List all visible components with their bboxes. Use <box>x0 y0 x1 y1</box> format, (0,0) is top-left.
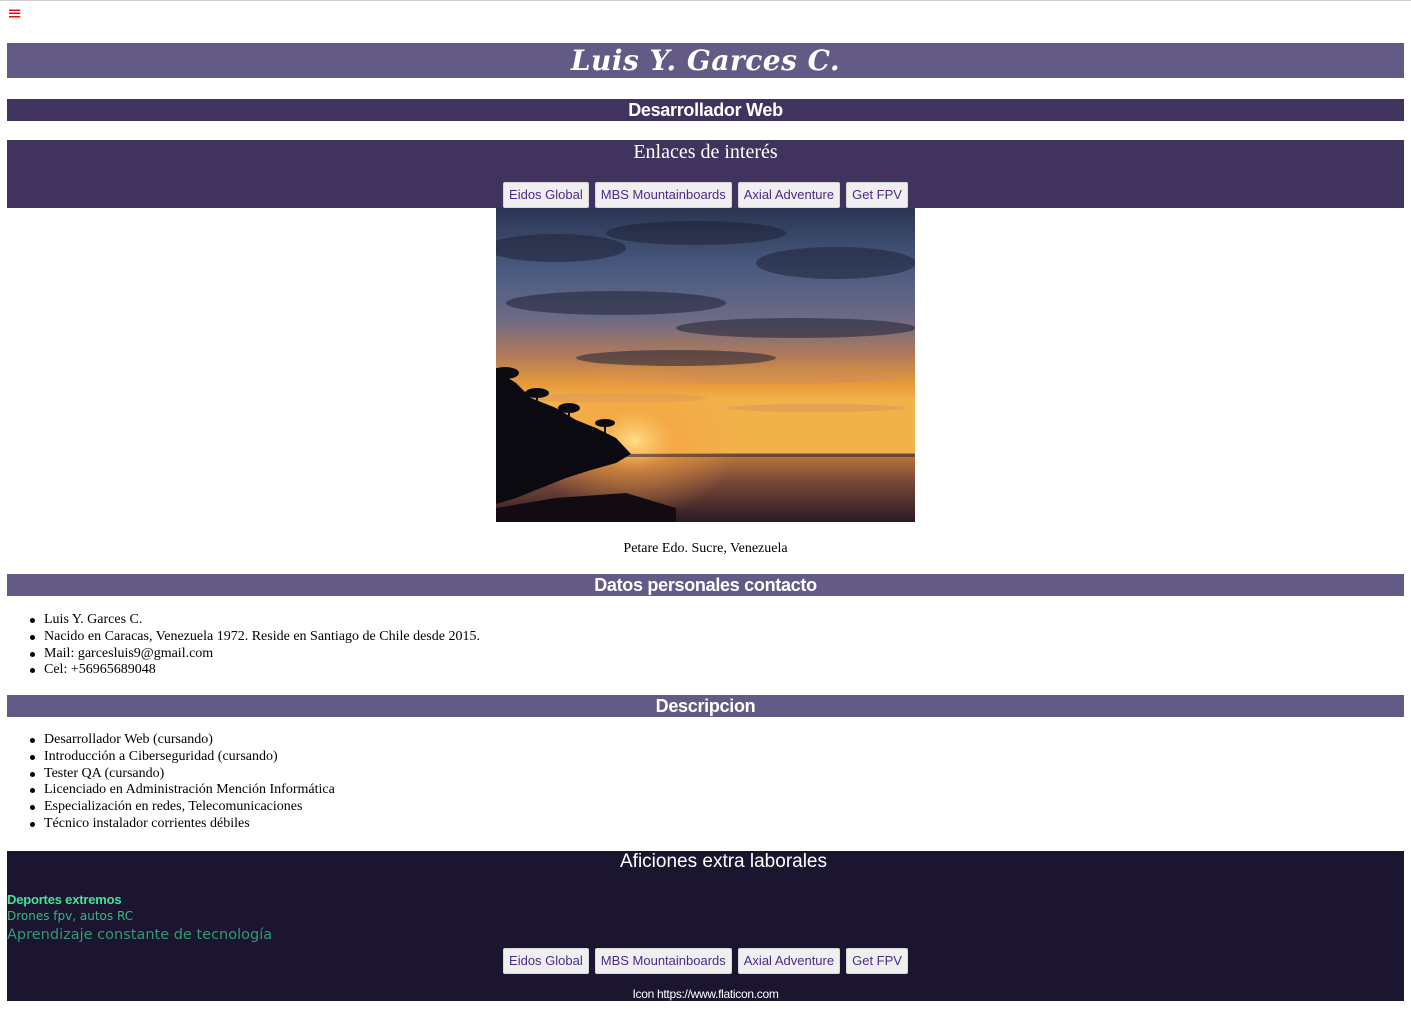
footer-links-row: Eidos Global MBS Mountainboards Axial Ad… <box>7 948 1404 974</box>
hamburger-menu-icon[interactable]: ≡ <box>7 5 22 23</box>
list-item: Técnico instalador corrientes débiles <box>30 816 335 833</box>
footer-link-mbs-mountainboards[interactable]: MBS Mountainboards <box>594 948 732 974</box>
descripcion-banner: Descripcion <box>7 695 1404 717</box>
list-item: Especialización en redes, Telecomunicaci… <box>30 799 335 816</box>
descripcion-list: Desarrollador Web (cursando) Introducció… <box>30 732 335 833</box>
icon-credit: Icon https://www.flaticon.com <box>632 987 779 1001</box>
footer: Aficiones extra laborales Deportes extre… <box>7 851 1404 1001</box>
photo-caption: Petare Edo. Sucre, Venezuela <box>623 541 788 556</box>
footer-link-axial-adventure[interactable]: Axial Adventure <box>737 948 841 974</box>
list-item: Mail: garcesluis9@gmail.com <box>30 646 480 663</box>
link-button-get-fpv[interactable]: Get FPV <box>846 182 908 208</box>
link-button-axial-adventure[interactable]: Axial Adventure <box>737 182 841 208</box>
datos-banner: Datos personales contacto <box>7 574 1404 596</box>
top-border <box>0 0 1411 1</box>
list-item: Cel: +56965689048 <box>30 662 480 679</box>
links-section: Enlaces de interés Eidos Global MBS Moun… <box>7 140 1404 208</box>
hobby-heading: Deportes extremos <box>7 892 122 907</box>
list-item: Introducción a Ciberseguridad (cursando) <box>30 749 335 766</box>
learning-text: Aprendizaje constante de tecnología <box>7 927 273 943</box>
list-item: Licenciado en Administración Mención Inf… <box>30 782 335 798</box>
links-title: Enlaces de interés <box>633 141 778 163</box>
links-button-row: Eidos Global MBS Mountainboards Axial Ad… <box>7 182 1404 208</box>
role-banner: Desarrollador Web <box>7 99 1404 121</box>
sunset-photo <box>496 208 915 522</box>
list-item: Tester QA (cursando) <box>30 766 335 783</box>
list-item: Nacido en Caracas, Venezuela 1972. Resid… <box>30 628 480 644</box>
link-button-mbs-mountainboards[interactable]: MBS Mountainboards <box>594 182 732 208</box>
list-item: Desarrollador Web (cursando) <box>30 732 335 749</box>
name-banner: Luis Y. Garces C. <box>7 43 1404 78</box>
link-button-eidos-global[interactable]: Eidos Global <box>503 182 589 208</box>
footer-link-get-fpv[interactable]: Get FPV <box>846 948 908 974</box>
footer-title: Aficiones extra laborales <box>620 851 827 872</box>
page-title: Luis Y. Garces C. <box>570 44 841 77</box>
list-item: Luis Y. Garces C. <box>30 612 480 629</box>
datos-title: Datos personales contacto <box>594 575 817 595</box>
footer-link-eidos-global[interactable]: Eidos Global <box>503 948 589 974</box>
descripcion-title: Descripcion <box>655 696 756 716</box>
hobby-detail: Drones fpv, autos RC <box>7 909 134 923</box>
datos-list: Luis Y. Garces C. Nacido en Caracas, Ven… <box>30 612 480 679</box>
role-title: Desarrollador Web <box>628 100 783 120</box>
